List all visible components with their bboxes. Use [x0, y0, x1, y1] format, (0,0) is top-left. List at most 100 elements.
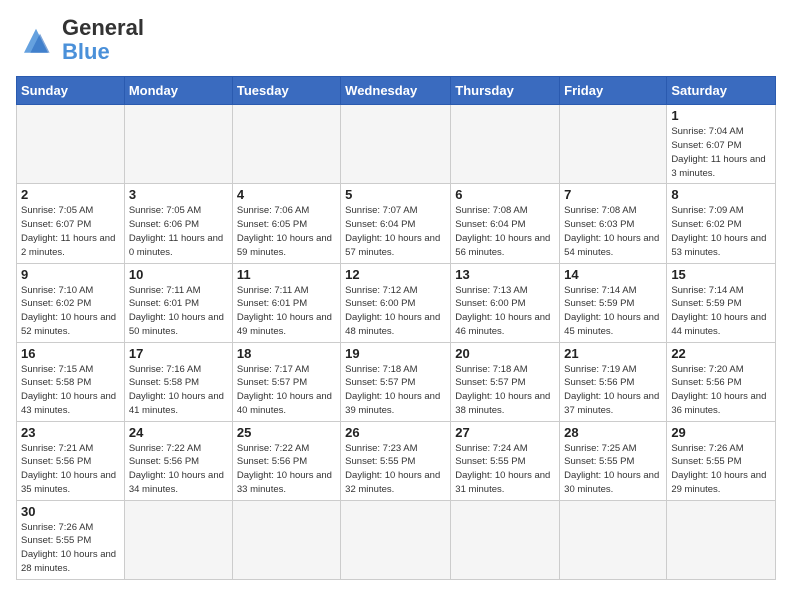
day-info: Sunrise: 7:19 AMSunset: 5:56 PMDaylight:… [564, 363, 662, 418]
calendar-day-cell: 16 Sunrise: 7:15 AMSunset: 5:58 PMDayligh… [17, 342, 125, 421]
day-number: 6 [455, 187, 555, 202]
day-of-week-header: Sunday [17, 77, 125, 105]
calendar-day-cell: 14Sunrise: 7:14 AMSunset: 5:59 PMDayligh… [560, 263, 667, 342]
day-of-week-header: Thursday [451, 77, 560, 105]
logo-text: GeneralBlue [62, 16, 144, 64]
calendar-day-cell: 2 Sunrise: 7:05 AMSunset: 6:07 PMDaylight… [17, 184, 125, 263]
day-info: Sunrise: 7:16 AMSunset: 5:58 PMDaylight:… [129, 363, 228, 418]
calendar-day-cell: 22 Sunrise: 7:20 AMSunset: 5:56 PMDayligh… [667, 342, 776, 421]
day-info: Sunrise: 7:20 AMSunset: 5:56 PMDaylight:… [671, 363, 771, 418]
calendar-day-cell: 25Sunrise: 7:22 AMSunset: 5:56 PMDayligh… [232, 421, 340, 500]
calendar-day-cell [124, 500, 232, 579]
day-number: 15 [671, 267, 771, 282]
day-info: Sunrise: 7:13 AMSunset: 6:00 PMDaylight:… [455, 284, 555, 339]
day-info: Sunrise: 7:08 AMSunset: 6:03 PMDaylight:… [564, 204, 662, 259]
day-info: Sunrise: 7:18 AMSunset: 5:57 PMDaylight:… [345, 363, 446, 418]
page-header: GeneralBlue [16, 16, 776, 64]
day-info: Sunrise: 7:18 AMSunset: 5:57 PMDaylight:… [455, 363, 555, 418]
calendar-week-row: 30Sunrise: 7:26 AMSunset: 5:55 PMDayligh… [17, 500, 776, 579]
day-of-week-header: Tuesday [232, 77, 340, 105]
day-of-week-header: Saturday [667, 77, 776, 105]
calendar-day-cell: 5 Sunrise: 7:07 AMSunset: 6:04 PMDaylight… [341, 184, 451, 263]
calendar-day-cell: 28Sunrise: 7:25 AMSunset: 5:55 PMDayligh… [560, 421, 667, 500]
calendar-day-cell: 26Sunrise: 7:23 AMSunset: 5:55 PMDayligh… [341, 421, 451, 500]
calendar-day-cell: 19 Sunrise: 7:18 AMSunset: 5:57 PMDayligh… [341, 342, 451, 421]
day-info: Sunrise: 7:12 AMSunset: 6:00 PMDaylight:… [345, 284, 446, 339]
day-number: 28 [564, 425, 662, 440]
calendar-day-cell: 12 Sunrise: 7:12 AMSunset: 6:00 PMDayligh… [341, 263, 451, 342]
day-number: 7 [564, 187, 662, 202]
day-info: Sunrise: 7:11 AMSunset: 6:01 PMDaylight:… [129, 284, 228, 339]
day-number: 18 [237, 346, 336, 361]
calendar-day-cell [232, 500, 340, 579]
day-number: 16 [21, 346, 120, 361]
day-number: 5 [345, 187, 446, 202]
calendar-day-cell: 24Sunrise: 7:22 AMSunset: 5:56 PMDayligh… [124, 421, 232, 500]
calendar-day-cell: 11Sunrise: 7:11 AMSunset: 6:01 PMDayligh… [232, 263, 340, 342]
calendar-day-cell [124, 105, 232, 184]
day-number: 23 [21, 425, 120, 440]
calendar-day-cell: 8Sunrise: 7:09 AMSunset: 6:02 PMDaylight… [667, 184, 776, 263]
day-info: Sunrise: 7:24 AMSunset: 5:55 PMDaylight:… [455, 442, 555, 497]
day-info: Sunrise: 7:17 AMSunset: 5:57 PMDaylight:… [237, 363, 336, 418]
day-number: 24 [129, 425, 228, 440]
day-number: 1 [671, 108, 771, 123]
day-number: 4 [237, 187, 336, 202]
calendar-day-cell: 15 Sunrise: 7:14 AMSunset: 5:59 PMDayligh… [667, 263, 776, 342]
day-number: 2 [21, 187, 120, 202]
day-number: 22 [671, 346, 771, 361]
day-number: 29 [671, 425, 771, 440]
calendar-day-cell [341, 500, 451, 579]
day-number: 17 [129, 346, 228, 361]
calendar-week-row: 23Sunrise: 7:21 AMSunset: 5:56 PMDayligh… [17, 421, 776, 500]
calendar-day-cell: 13 Sunrise: 7:13 AMSunset: 6:00 PMDayligh… [451, 263, 560, 342]
calendar-day-cell: 20 Sunrise: 7:18 AMSunset: 5:57 PMDayligh… [451, 342, 560, 421]
day-number: 21 [564, 346, 662, 361]
day-info: Sunrise: 7:14 AMSunset: 5:59 PMDaylight:… [564, 284, 662, 339]
day-info: Sunrise: 7:15 AMSunset: 5:58 PMDaylight:… [21, 363, 120, 418]
calendar-week-row: 16 Sunrise: 7:15 AMSunset: 5:58 PMDayligh… [17, 342, 776, 421]
calendar-day-cell: 7 Sunrise: 7:08 AMSunset: 6:03 PMDaylight… [560, 184, 667, 263]
calendar-week-row: 2 Sunrise: 7:05 AMSunset: 6:07 PMDaylight… [17, 184, 776, 263]
calendar-day-cell: 17 Sunrise: 7:16 AMSunset: 5:58 PMDayligh… [124, 342, 232, 421]
day-number: 10 [129, 267, 228, 282]
day-number: 11 [237, 267, 336, 282]
calendar-day-cell [560, 105, 667, 184]
day-number: 19 [345, 346, 446, 361]
day-number: 26 [345, 425, 446, 440]
day-of-week-header: Friday [560, 77, 667, 105]
calendar-day-cell [341, 105, 451, 184]
day-info: Sunrise: 7:10 AMSunset: 6:02 PMDaylight:… [21, 284, 120, 339]
day-info: Sunrise: 7:26 AMSunset: 5:55 PMDaylight:… [671, 442, 771, 497]
calendar-day-cell [560, 500, 667, 579]
day-number: 25 [237, 425, 336, 440]
day-number: 12 [345, 267, 446, 282]
calendar-day-cell: 6 Sunrise: 7:08 AMSunset: 6:04 PMDaylight… [451, 184, 560, 263]
calendar-day-cell: 30Sunrise: 7:26 AMSunset: 5:55 PMDayligh… [17, 500, 125, 579]
day-info: Sunrise: 7:06 AMSunset: 6:05 PMDaylight:… [237, 204, 336, 259]
calendar-day-cell: 29 Sunrise: 7:26 AMSunset: 5:55 PMDayligh… [667, 421, 776, 500]
day-number: 13 [455, 267, 555, 282]
day-number: 20 [455, 346, 555, 361]
calendar-day-cell: 10 Sunrise: 7:11 AMSunset: 6:01 PMDayligh… [124, 263, 232, 342]
day-info: Sunrise: 7:26 AMSunset: 5:55 PMDaylight:… [21, 521, 120, 576]
calendar-day-cell: 23Sunrise: 7:21 AMSunset: 5:56 PMDayligh… [17, 421, 125, 500]
day-of-week-header: Wednesday [341, 77, 451, 105]
general-blue-logo-icon [16, 22, 56, 58]
calendar-day-cell: 9 Sunrise: 7:10 AMSunset: 6:02 PMDaylight… [17, 263, 125, 342]
day-info: Sunrise: 7:07 AMSunset: 6:04 PMDaylight:… [345, 204, 446, 259]
day-info: Sunrise: 7:08 AMSunset: 6:04 PMDaylight:… [455, 204, 555, 259]
calendar-day-cell [667, 500, 776, 579]
calendar-day-cell [451, 500, 560, 579]
calendar-day-cell [232, 105, 340, 184]
day-info: Sunrise: 7:14 AMSunset: 5:59 PMDaylight:… [671, 284, 771, 339]
day-number: 27 [455, 425, 555, 440]
day-info: Sunrise: 7:04 AMSunset: 6:07 PMDaylight:… [671, 125, 771, 180]
day-info: Sunrise: 7:05 AMSunset: 6:07 PMDaylight:… [21, 204, 120, 259]
calendar-day-cell [17, 105, 125, 184]
calendar-day-cell: 1 Sunrise: 7:04 AMSunset: 6:07 PMDaylight… [667, 105, 776, 184]
day-of-week-header: Monday [124, 77, 232, 105]
calendar-day-cell [451, 105, 560, 184]
day-number: 9 [21, 267, 120, 282]
calendar-day-cell: 4 Sunrise: 7:06 AMSunset: 6:05 PMDaylight… [232, 184, 340, 263]
